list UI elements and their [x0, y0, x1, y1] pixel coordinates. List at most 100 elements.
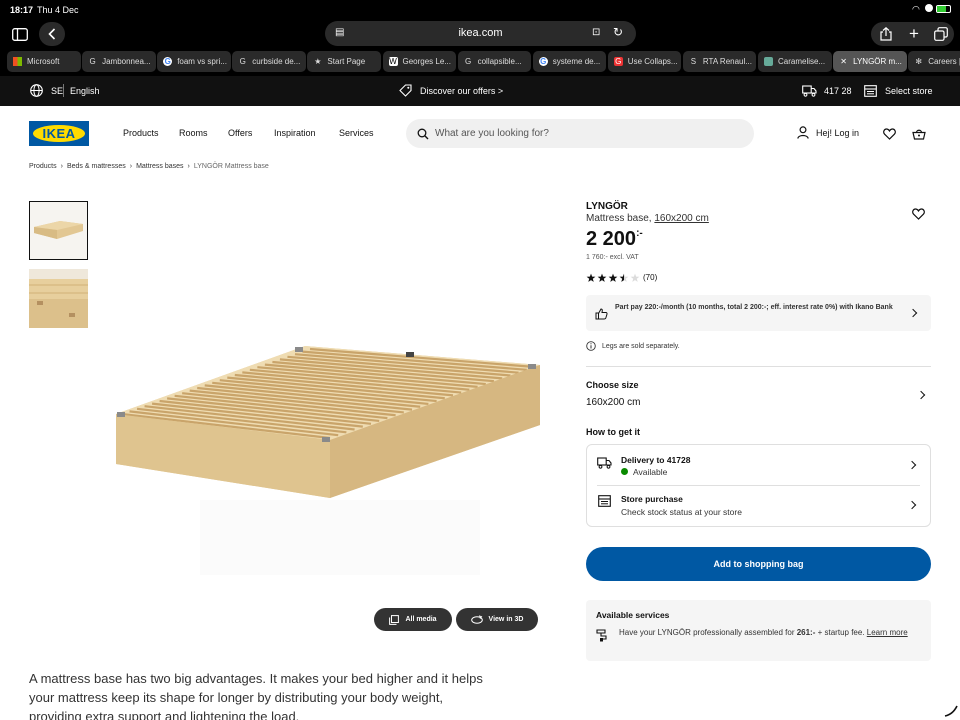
part-pay-banner[interactable]: Part pay 220:-/month (10 months, total 2…: [586, 295, 931, 331]
share-icon[interactable]: [871, 22, 901, 46]
search-bar[interactable]: What are you looking for?: [406, 119, 754, 148]
offers-link[interactable]: Discover our offers >: [420, 86, 503, 96]
back-button[interactable]: [39, 22, 65, 46]
product-name: LYNGÖR: [586, 201, 628, 212]
chevron-right-icon: ›: [60, 162, 63, 170]
browser-tab[interactable]: G Jambonnea...: [82, 51, 156, 72]
rotate-3d-icon: [470, 614, 483, 624]
star-filled-icon: [586, 273, 596, 282]
star-filled-icon: [608, 273, 618, 282]
browser-tab[interactable]: ✕ LYNGÖR m...: [833, 51, 907, 72]
services-text: Have your LYNGÖR professionally assemble…: [619, 627, 919, 639]
sidebar-toggle-icon[interactable]: [10, 25, 30, 43]
info-icon: [586, 341, 596, 351]
browser-tab[interactable]: G Use Collaps...: [607, 51, 682, 72]
login-link[interactable]: Hej! Log in: [816, 128, 859, 138]
choose-size-row[interactable]: Choose size 160x200 cm: [586, 376, 931, 414]
view-in-3d-button[interactable]: View in 3D: [456, 608, 538, 631]
chevron-right-icon: [907, 500, 917, 510]
rating[interactable]: (70): [586, 272, 657, 283]
scroll-indicator-icon: [944, 704, 958, 720]
tab-favicon-icon: G: [239, 57, 246, 66]
browser-tab[interactable]: ★ Start Page: [307, 51, 381, 72]
thumbnail-2[interactable]: [29, 269, 88, 328]
thumbs-up-icon: [595, 307, 608, 325]
rating-stars: [586, 273, 640, 282]
status-bar: 18:17 Thu 4 Dec ◠: [0, 0, 960, 20]
browser-tab[interactable]: S RTA Renaul...: [682, 51, 757, 72]
product-type-line: Mattress base, 160x200 cm: [586, 213, 709, 224]
shopping-bag-icon[interactable]: [912, 127, 926, 145]
delivery-option[interactable]: Delivery to 41728 Available: [587, 445, 930, 485]
breadcrumb-products[interactable]: Products: [29, 163, 57, 170]
globe-icon[interactable]: [30, 84, 43, 99]
review-count[interactable]: (70): [643, 273, 657, 282]
store-purchase-option[interactable]: Store purchase Check stock status at you…: [587, 486, 930, 526]
tab-favicon-icon: ★: [314, 57, 322, 66]
logo-text: IKEA: [42, 126, 76, 141]
browser-tab-label: Jambonnea...: [102, 57, 151, 66]
tab-strip: Microsoft G Jambonnea... Gfoam vs spri... Gc…: [0, 48, 960, 76]
tab-favicon-icon: G: [613, 57, 623, 66]
select-store-link[interactable]: Select store: [885, 86, 933, 96]
star-filled-icon: [597, 273, 607, 282]
nav-products[interactable]: Products: [123, 128, 159, 138]
browser-tab[interactable]: Caramelise...: [758, 51, 832, 72]
learn-more-link[interactable]: Learn more: [867, 628, 908, 637]
breadcrumb-beds[interactable]: Beds & mattresses: [67, 163, 126, 170]
tab-favicon-icon: G: [163, 57, 173, 66]
delivery-title: Delivery to 41728: [621, 455, 691, 465]
fulfilment-card: Delivery to 41728 Available Store purcha…: [586, 444, 931, 527]
divider: [63, 84, 64, 97]
reload-icon[interactable]: ↻: [613, 25, 623, 39]
thumbnail-1[interactable]: [29, 201, 88, 260]
star-empty-icon: [630, 273, 640, 282]
wishlist-heart-icon[interactable]: [912, 207, 925, 225]
truck-icon: [597, 456, 612, 474]
browser-tab[interactable]: Gcurbside de...: [232, 51, 306, 72]
url-text: ikea.com: [458, 27, 503, 39]
product-type: Mattress base,: [586, 213, 652, 224]
browser-tab[interactable]: Gfoam vs spri...: [157, 51, 231, 72]
browser-tab[interactable]: ✻ Careers | A...: [908, 51, 960, 72]
address-bar[interactable]: ▤ ikea.com ⊡ ↻: [325, 21, 636, 46]
browser-tab-label: Microsoft: [27, 57, 60, 66]
main-product-image[interactable]: [110, 330, 550, 575]
browser-tab-label: RTA Renaul...: [702, 57, 752, 66]
store-icon: [864, 85, 877, 99]
wifi-icon: ◠: [912, 4, 920, 14]
all-media-label: All media: [405, 616, 437, 623]
country-code[interactable]: SE: [51, 86, 63, 96]
breadcrumb: Products › Beds & mattresses › Mattress …: [29, 161, 269, 171]
price-value: 2 200: [586, 228, 637, 250]
size-link[interactable]: 160x200 cm: [654, 213, 708, 224]
ikea-logo[interactable]: IKEA: [29, 121, 89, 146]
tag-icon: [399, 84, 412, 99]
nav-rooms[interactable]: Rooms: [179, 128, 208, 138]
tab-favicon-icon: G: [89, 57, 96, 66]
status-date: Thu 4 Dec: [37, 5, 79, 15]
all-media-button[interactable]: All media: [374, 608, 452, 631]
nav-services[interactable]: Services: [339, 128, 374, 138]
tab-favicon-icon: S: [690, 57, 697, 66]
browser-tab[interactable]: Gcollapsible...: [457, 51, 532, 72]
nav-inspiration[interactable]: Inspiration: [274, 128, 316, 138]
reader-icon[interactable]: ⊡: [592, 27, 600, 38]
tab-overview-icon[interactable]: [927, 22, 954, 46]
nav-offers[interactable]: Offers: [228, 128, 252, 138]
new-tab-button[interactable]: +: [901, 22, 927, 46]
search-input[interactable]: What are you looking for?: [435, 128, 549, 139]
postcode-link[interactable]: 417 28: [824, 86, 852, 96]
breadcrumb-mattress-bases[interactable]: Mattress bases: [136, 163, 183, 170]
add-to-bag-button[interactable]: Add to shopping bag: [586, 547, 931, 581]
language-selector[interactable]: English: [70, 86, 100, 96]
favourites-heart-icon[interactable]: [883, 127, 896, 145]
browser-tab[interactable]: W Georges Le...: [382, 51, 457, 72]
browser-tab-label: foam vs spri...: [177, 57, 227, 66]
browser-tab-label: systeme de...: [552, 57, 601, 66]
browser-tab[interactable]: Microsoft: [7, 51, 81, 72]
breadcrumb-current: LYNGÖR Mattress base: [193, 162, 269, 170]
user-icon[interactable]: [797, 126, 809, 144]
browser-tab[interactable]: Gsysteme de...: [532, 51, 607, 72]
search-icon: [417, 127, 429, 145]
